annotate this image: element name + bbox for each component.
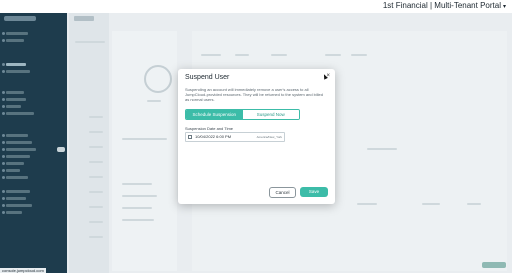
schedule-suspension-option[interactable]: Schedule Suspension xyxy=(186,110,243,119)
tab[interactable] xyxy=(201,54,221,56)
sidebar-item[interactable] xyxy=(6,162,24,165)
sidebar-item[interactable] xyxy=(6,155,30,158)
nav-icon xyxy=(2,169,5,172)
nav-icon xyxy=(2,211,5,214)
footer-button[interactable] xyxy=(482,262,506,268)
list-item[interactable] xyxy=(89,131,103,133)
list-item[interactable] xyxy=(89,176,103,178)
detail-line xyxy=(122,138,167,140)
badge xyxy=(57,147,65,152)
detail-line xyxy=(122,195,157,197)
sidebar: console.jumpcloud.com xyxy=(0,13,67,273)
suspend-now-option[interactable]: Suspend Now xyxy=(242,110,299,119)
sidebar-item[interactable] xyxy=(6,91,24,94)
sidebar-item[interactable] xyxy=(6,148,36,151)
list-item[interactable] xyxy=(89,221,103,223)
table-header xyxy=(422,203,440,205)
nav-icon xyxy=(2,91,5,94)
user-card xyxy=(112,31,177,271)
chevron-down-icon: ▾ xyxy=(502,4,506,10)
nav-icon xyxy=(2,141,5,144)
list-item[interactable] xyxy=(89,146,103,148)
sidebar-item[interactable] xyxy=(6,197,26,200)
nav-icon xyxy=(2,134,5,137)
detail-line xyxy=(122,207,152,209)
timezone-label: America/New_York xyxy=(256,135,282,139)
nav-icon xyxy=(2,112,5,115)
nav-icon xyxy=(2,176,5,179)
detail-line xyxy=(122,183,152,185)
nav-icon xyxy=(2,70,5,73)
sidebar-item[interactable] xyxy=(6,32,28,35)
nav-icon xyxy=(2,162,5,165)
nav-icon xyxy=(2,190,5,193)
avatar xyxy=(144,65,172,93)
nav-icon xyxy=(2,155,5,158)
suspension-date-value: 10/04/2022 6:00 PM xyxy=(195,134,232,139)
sidebar-item[interactable] xyxy=(6,98,26,101)
page-title xyxy=(74,16,94,21)
org-switcher-label: 1st Financial | Multi-Tenant Portal xyxy=(382,1,501,10)
calendar-icon xyxy=(188,135,192,139)
search-field[interactable] xyxy=(75,41,105,43)
nav-icon xyxy=(2,63,5,66)
sidebar-item[interactable] xyxy=(6,134,28,137)
nav-icon xyxy=(2,197,5,200)
sidebar-item[interactable] xyxy=(6,169,20,172)
save-button[interactable]: Save xyxy=(300,187,328,197)
cancel-button[interactable]: Cancel xyxy=(269,187,296,198)
tab[interactable] xyxy=(235,54,249,56)
suspension-type-toggle: Schedule Suspension Suspend Now xyxy=(185,109,300,120)
sidebar-item-users[interactable] xyxy=(6,63,26,66)
modal-description: Suspending an account will immediately r… xyxy=(185,87,323,102)
section-heading xyxy=(367,148,397,150)
table-header xyxy=(357,203,377,205)
list-item[interactable] xyxy=(89,236,103,238)
sidebar-item[interactable] xyxy=(6,112,34,115)
logo xyxy=(4,16,36,21)
nav-icon xyxy=(2,32,5,35)
suspend-user-modal: Suspend User × Suspending an account wil… xyxy=(178,69,335,204)
nav-icon xyxy=(2,204,5,207)
tab[interactable] xyxy=(325,54,341,56)
top-bar: 1st Financial | Multi-Tenant Portal ▾ xyxy=(0,0,512,13)
list-item[interactable] xyxy=(89,206,103,208)
sidebar-item[interactable] xyxy=(6,141,32,144)
list-item[interactable] xyxy=(89,161,103,163)
table-header xyxy=(467,203,481,205)
user-name xyxy=(147,100,161,102)
nav-icon xyxy=(2,39,5,42)
list-item[interactable] xyxy=(89,191,103,193)
nav-icon xyxy=(2,105,5,108)
nav-icon xyxy=(2,98,5,101)
sidebar-item[interactable] xyxy=(6,39,24,42)
tab[interactable] xyxy=(271,54,287,56)
org-switcher[interactable]: 1st Financial | Multi-Tenant Portal ▾ xyxy=(383,1,506,10)
modal-title: Suspend User xyxy=(185,74,230,81)
sidebar-item[interactable] xyxy=(6,190,30,193)
sidebar-item[interactable] xyxy=(6,176,28,179)
list-item[interactable] xyxy=(89,116,103,118)
status-url: console.jumpcloud.com xyxy=(0,268,46,273)
nav-icon xyxy=(2,148,5,151)
tab[interactable] xyxy=(351,54,367,56)
detail-line xyxy=(122,219,154,221)
suspension-date-field[interactable]: 10/04/2022 6:00 PM America/New_York xyxy=(185,132,285,142)
suspension-date-label: Suspension Date and Time xyxy=(185,126,234,131)
user-list-panel xyxy=(69,13,109,273)
sidebar-item[interactable] xyxy=(6,211,22,214)
sidebar-item[interactable] xyxy=(6,204,32,207)
sidebar-item[interactable] xyxy=(6,105,21,108)
sidebar-item[interactable] xyxy=(6,70,30,73)
